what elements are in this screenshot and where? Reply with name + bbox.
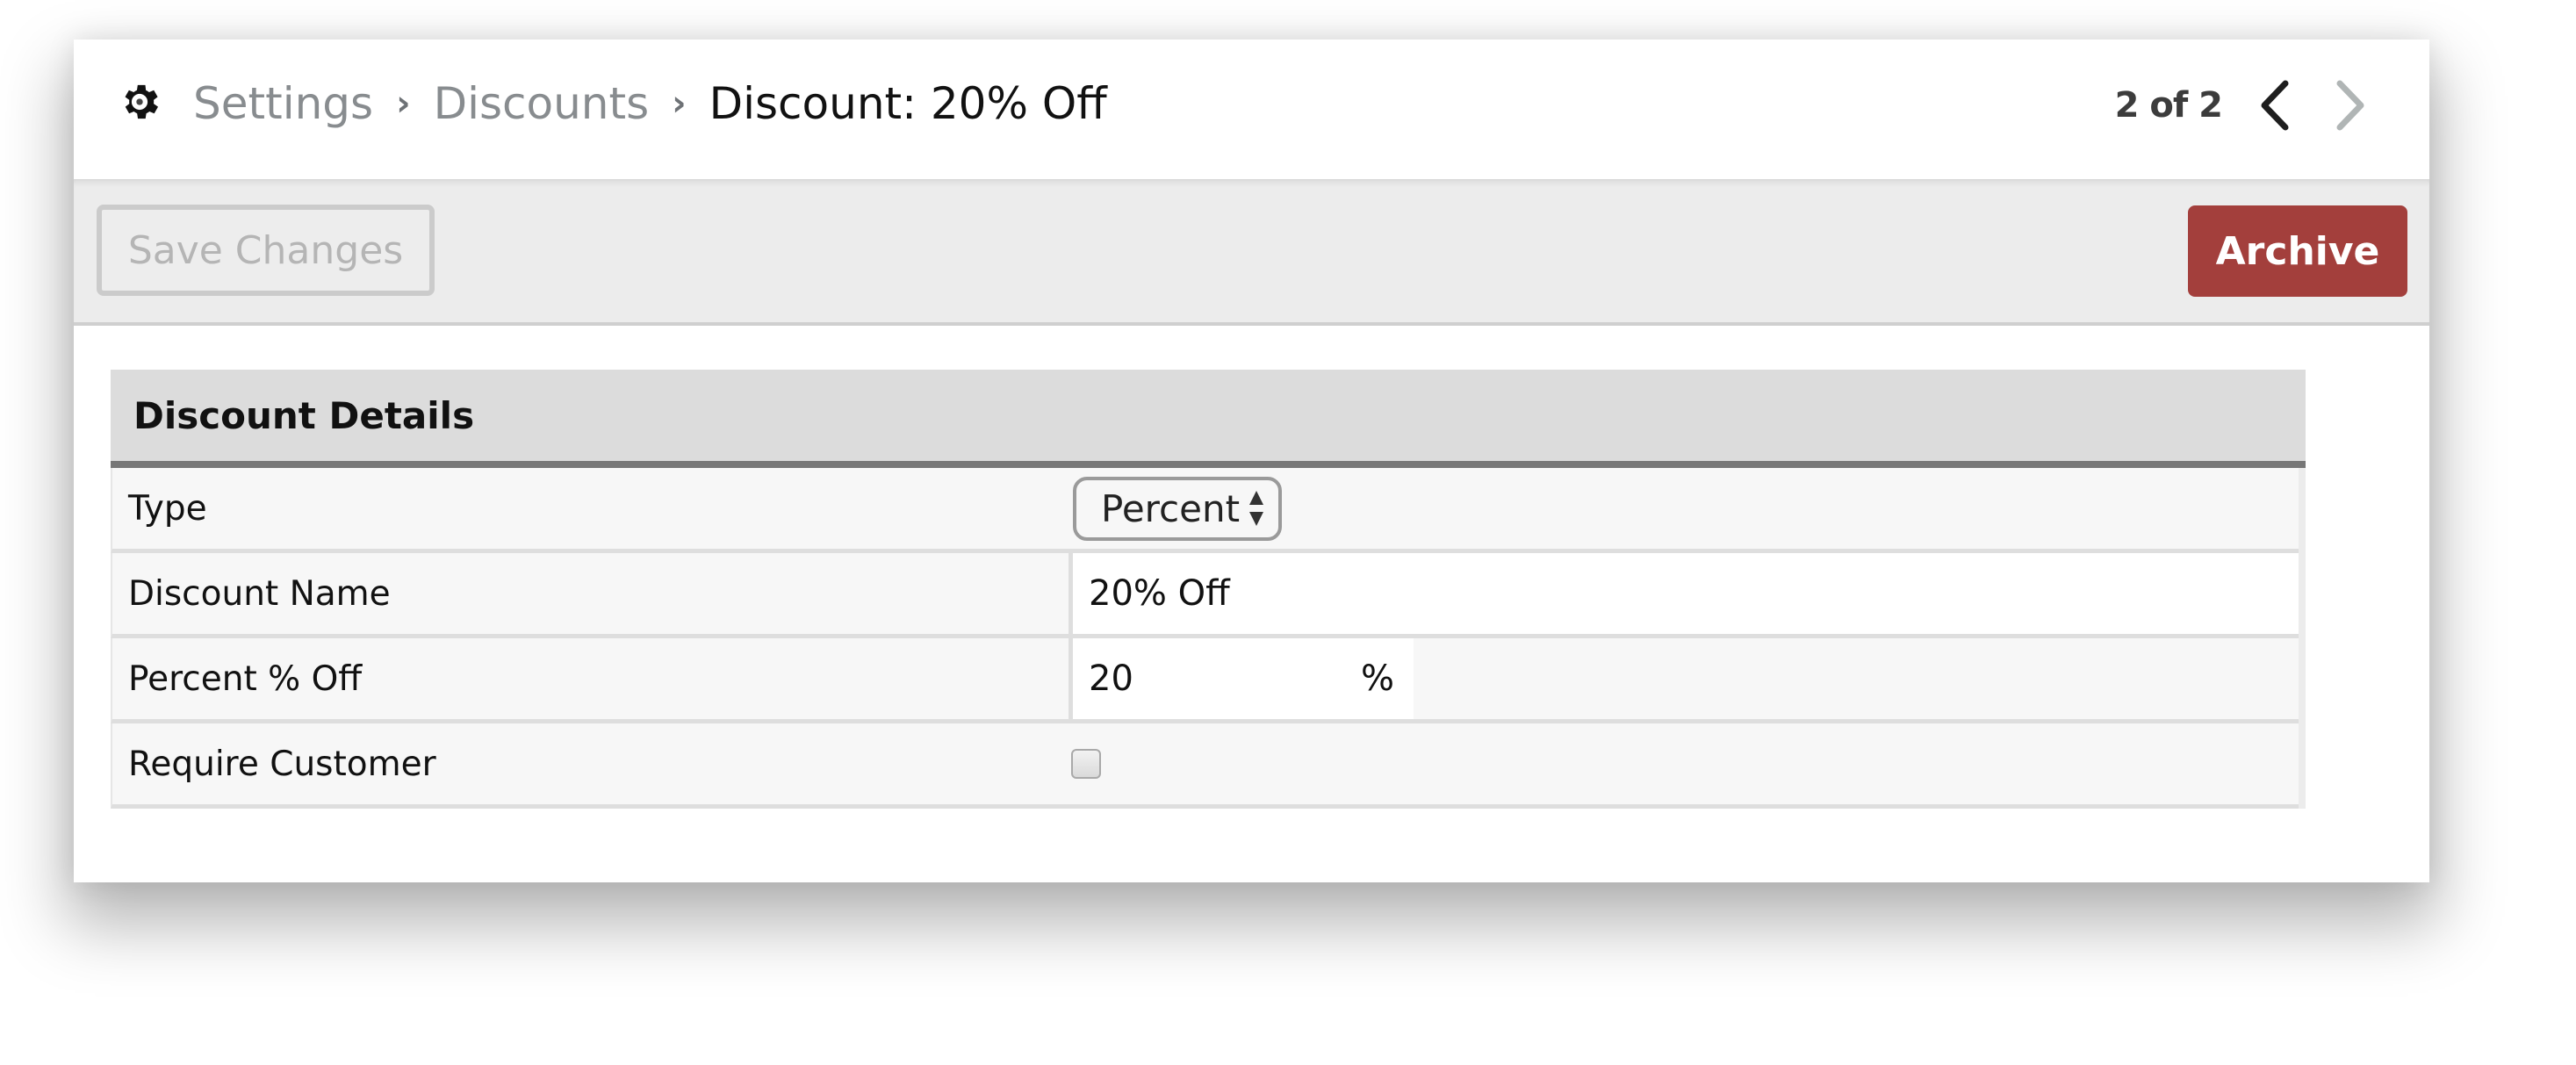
chevron-left-icon[interactable] <box>2257 79 2292 132</box>
discount-panel: Settings › Discounts › Discount: 20% Off… <box>74 40 2429 882</box>
action-toolbar: Save Changes Archive <box>74 179 2429 326</box>
record-pager: 2 of 2 <box>2115 76 2368 134</box>
discount-name-value: 20% Off <box>1089 573 1230 614</box>
require-customer-checkbox[interactable] <box>1071 749 1101 779</box>
row-label-type: Type <box>128 488 207 529</box>
chevron-right-icon[interactable] <box>2333 79 2368 132</box>
breadcrumb-discounts[interactable]: Discounts <box>434 78 650 129</box>
breadcrumb-settings[interactable]: Settings <box>193 78 373 129</box>
breadcrumb: Settings › Discounts › Discount: 20% Off <box>193 73 1107 134</box>
table-row: Require Customer <box>111 723 2299 809</box>
gear-icon <box>125 84 159 119</box>
breadcrumb-separator: › <box>396 83 411 124</box>
discount-details-table: Discount Details Type Percent Discount N… <box>111 370 2306 809</box>
section-title: Discount Details <box>111 370 2306 468</box>
percent-off-value: 20 <box>1089 658 1133 699</box>
row-label-percent-off: Percent % Off <box>112 638 1073 719</box>
save-changes-button[interactable]: Save Changes <box>97 205 435 296</box>
percent-suffix: % <box>1360 658 1394 699</box>
type-select[interactable]: Percent <box>1073 476 1283 541</box>
page-title: Discount: 20% Off <box>709 78 1107 129</box>
row-label-require-customer: Require Customer <box>128 744 436 784</box>
table-row: Discount Name 20% Off <box>111 553 2299 638</box>
archive-button[interactable]: Archive <box>2188 205 2407 297</box>
discount-name-input[interactable]: 20% Off <box>1073 553 2299 634</box>
breadcrumb-separator: › <box>672 83 687 124</box>
pager-count: 2 of 2 <box>2114 85 2223 126</box>
table-row: Type Percent <box>111 468 2299 553</box>
table-row: Percent % Off 20 % <box>111 638 2299 723</box>
page-header: Settings › Discounts › Discount: 20% Off… <box>74 40 2429 179</box>
type-select-value: Percent <box>1101 486 1241 530</box>
select-arrows-icon <box>1249 491 1264 526</box>
percent-off-input[interactable]: 20 % <box>1073 638 1414 719</box>
row-label-discount-name: Discount Name <box>112 553 1073 634</box>
